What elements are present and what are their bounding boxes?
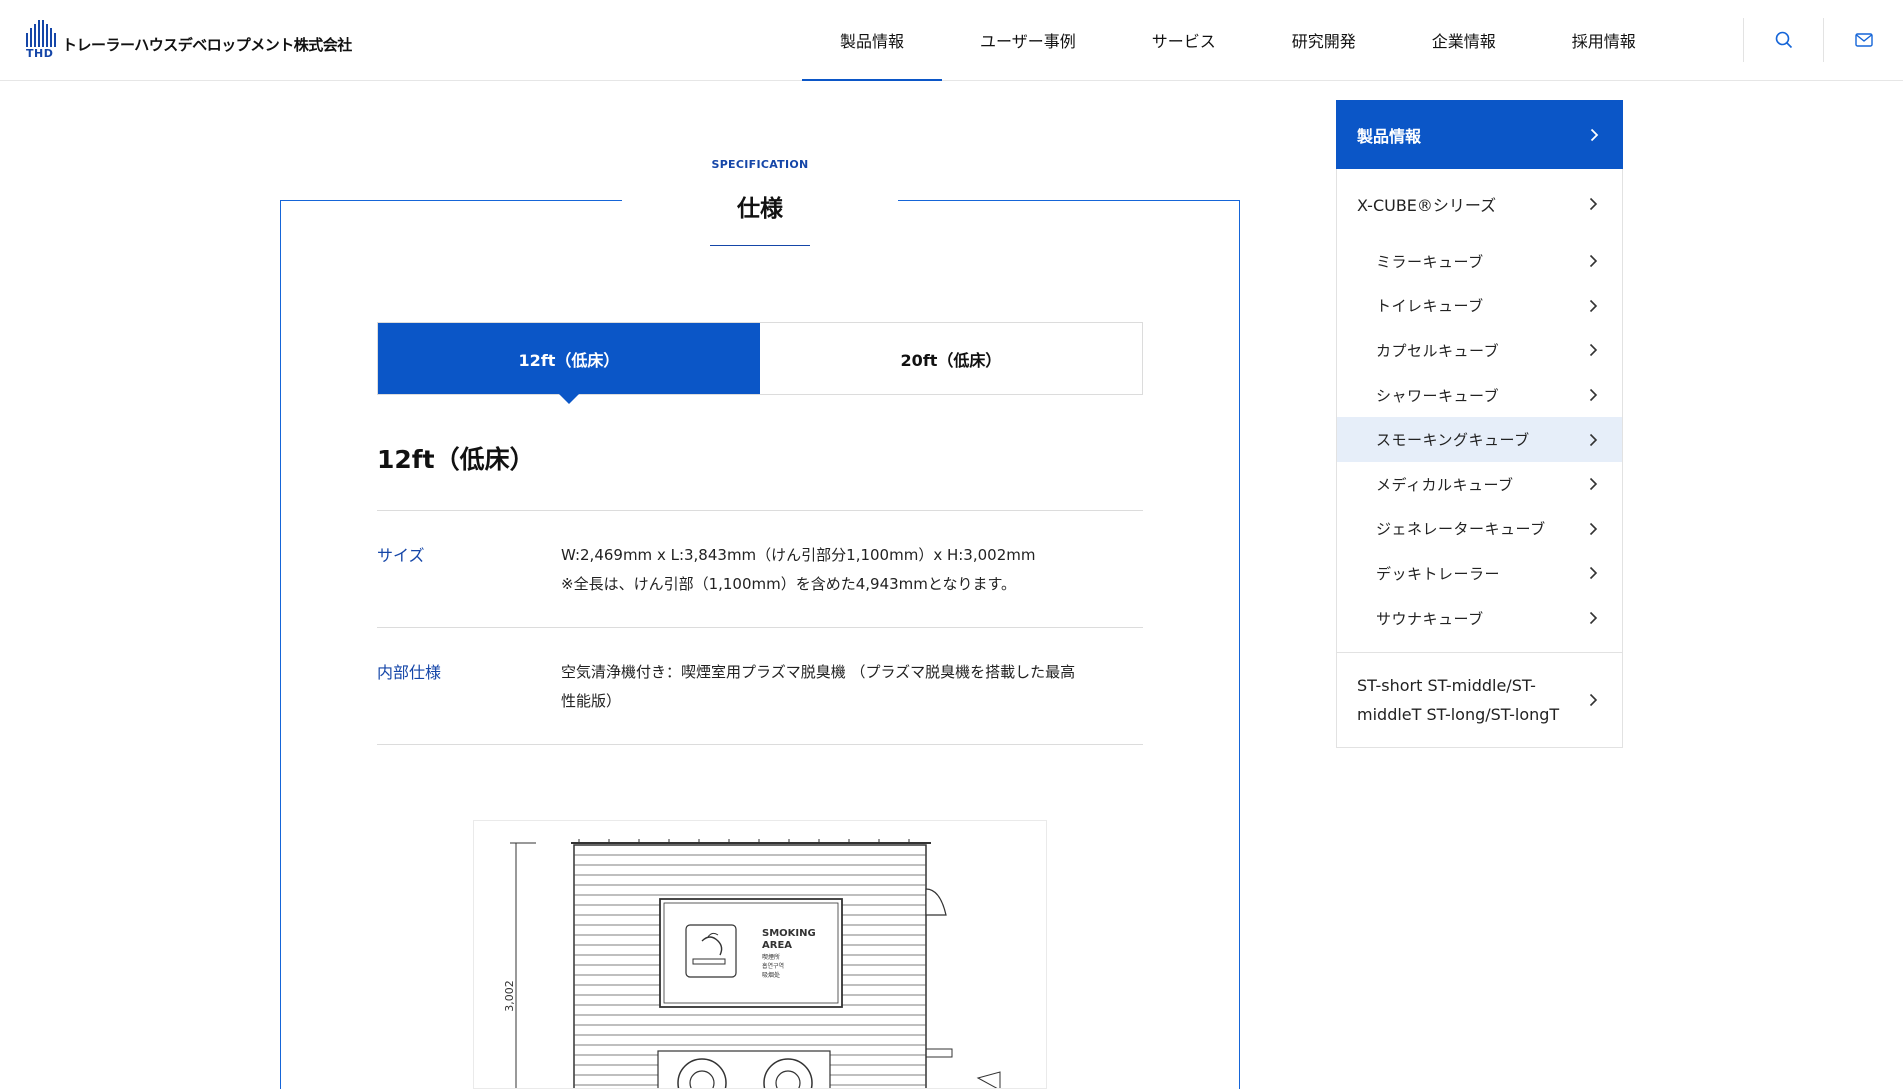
sign-note: 吸烟处 [762, 971, 780, 979]
trailer-drawing: 3,002 SMOKING AREA 喫煙所 흡연구역 吸烟处 [473, 820, 1047, 1089]
chevron-right-icon [1589, 197, 1598, 211]
sidebar-item-label: カプセルキューブ [1376, 341, 1500, 360]
sidebar-item-generator-cube[interactable]: ジェネレーターキューブ [1337, 507, 1622, 552]
sidebar-item-label: シャワーキューブ [1376, 386, 1500, 405]
chevron-right-icon [1589, 567, 1598, 580]
sidebar-item-label-line: ST-short ST-middle/ST- [1357, 676, 1536, 696]
spec-frame-border [280, 200, 622, 201]
sidebar-item-toilet-cube[interactable]: トイレキューブ [1337, 284, 1622, 329]
sign-title: SMOKING [762, 928, 816, 939]
chevron-right-icon [1589, 694, 1598, 707]
logo-mark-text: THD [26, 47, 54, 60]
spec-frame-border [898, 200, 1240, 201]
sidebar-item-st-series[interactable]: ST-short ST-middle/ST- middleT ST-long/S… [1337, 653, 1622, 747]
sidebar-item-label: スモーキングキューブ [1376, 431, 1530, 450]
tab-12ft[interactable]: 12ft（低床） [378, 323, 760, 404]
sidebar-item-xcube-series[interactable]: X-CUBE®シリーズ [1337, 169, 1622, 239]
nav-item-user-cases[interactable]: ユーザー事例 [942, 0, 1114, 80]
sign-subtitle: AREA [762, 940, 792, 951]
contact-button[interactable] [1823, 18, 1903, 62]
section-title: 仕様 [737, 196, 783, 222]
title-underline [710, 245, 810, 246]
nav-item-services[interactable]: サービス [1114, 0, 1254, 80]
sidebar-item-label-line: middleT ST-long/ST-longT [1357, 705, 1560, 725]
sidebar-item-label: サウナキューブ [1376, 609, 1484, 628]
spec-value-size: W:2,469mm x L:3,843mm（けん引部分1,100mm）x H:3… [561, 541, 1143, 599]
sidebar-item-label: デッキトレーラー [1376, 564, 1501, 583]
spec-frame-border [280, 200, 281, 1089]
section-eyebrow: SPECIFICATION [711, 158, 809, 171]
sign-note: 흡연구역 [762, 962, 784, 970]
chevron-right-icon [1589, 299, 1598, 312]
search-button[interactable] [1743, 18, 1823, 62]
chevron-right-icon [1589, 433, 1598, 446]
sidebar-item-smoking-cube[interactable]: スモーキングキューブ [1337, 417, 1622, 462]
spec-value-line: W:2,469mm x L:3,843mm（けん引部分1,100mm）x H:3… [561, 546, 1036, 564]
chevron-right-icon [1589, 478, 1598, 491]
header-icon-group [1743, 18, 1903, 62]
chevron-right-icon [1589, 611, 1598, 625]
sidebar-item-label: ジェネレーターキューブ [1376, 520, 1546, 539]
sidebar-item-label: X-CUBE®シリーズ [1357, 196, 1497, 215]
sidebar-body: X-CUBE®シリーズ ミラーキューブ トイレキューブ カプセルキューブ シャワ… [1336, 169, 1623, 749]
sidebar-item-label: ST-short ST-middle/ST- middleT ST-long/S… [1357, 671, 1559, 729]
sidebar-head-products[interactable]: 製品情報 [1336, 100, 1623, 169]
sign-note: 喫煙所 [762, 953, 780, 961]
site-header: THD トレーラーハウスデベロップメント株式会社 製品情報 ユーザー事例 サービ… [0, 0, 1903, 81]
chevron-right-icon [1589, 344, 1598, 357]
sidebar-item-shower-cube[interactable]: シャワーキューブ [1337, 373, 1622, 418]
chevron-right-icon [1589, 255, 1598, 268]
main-nav: 製品情報 ユーザー事例 サービス 研究開発 企業情報 採用情報 [802, 0, 1674, 81]
trailer-elevation-drawing: 3,002 SMOKING AREA 喫煙所 흡연구역 吸烟处 [503, 839, 1001, 1088]
dimension-label: 3,002 [503, 980, 516, 1012]
product-sidebar: 製品情報 X-CUBE®シリーズ ミラーキューブ トイレキューブ カプセルキュー… [1336, 100, 1623, 749]
sidebar-item-capsule-cube[interactable]: カプセルキューブ [1337, 328, 1622, 373]
sidebar-item-label: メディカルキューブ [1376, 475, 1514, 494]
spec-value-line: 空気清浄機付き：喫煙室用プラズマ脱臭機 （プラズマ脱臭機を搭載した最高 [561, 663, 1076, 681]
chevron-right-icon [1590, 128, 1599, 141]
company-logo[interactable]: THD トレーラーハウスデベロップメント株式会社 [26, 20, 352, 60]
sidebar-item-mirror-cube[interactable]: ミラーキューブ [1337, 239, 1622, 284]
chevron-right-icon [1589, 389, 1598, 402]
spec-tabs: 12ft（低床） 20ft（低床） [377, 322, 1143, 404]
table-row: サイズ W:2,469mm x L:3,843mm（けん引部分1,100mm）x… [377, 511, 1143, 628]
search-icon [1775, 31, 1792, 49]
spec-table: サイズ W:2,469mm x L:3,843mm（けん引部分1,100mm）x… [377, 510, 1143, 745]
sidebar-item-sauna-cube[interactable]: サウナキューブ [1337, 596, 1622, 641]
chevron-right-icon [1589, 522, 1598, 535]
company-name: トレーラーハウスデベロップメント株式会社 [62, 35, 352, 54]
sidebar-item-label: ミラーキューブ [1376, 252, 1484, 271]
spec-value-line: ※全長は、けん引部（1,100mm）を含めた4,943mmとなります。 [561, 575, 1016, 593]
tab-20ft[interactable]: 20ft（低床） [760, 323, 1142, 394]
sidebar-item-deck-trailer[interactable]: デッキトレーラー [1337, 551, 1622, 596]
sidebar-head-label: 製品情報 [1357, 126, 1422, 146]
nav-item-recruit[interactable]: 採用情報 [1534, 0, 1674, 80]
spec-value-line: 性能版） [561, 692, 622, 710]
nav-item-research[interactable]: 研究開発 [1254, 0, 1394, 80]
mail-icon [1854, 33, 1873, 47]
sidebar-item-label: トイレキューブ [1376, 297, 1484, 316]
spec-frame-border [1239, 200, 1240, 1089]
spec-label-size: サイズ [377, 546, 425, 565]
nav-item-products[interactable]: 製品情報 [802, 0, 943, 81]
nav-item-company[interactable]: 企業情報 [1394, 0, 1534, 80]
spec-heading: 12ft（低床） [377, 445, 535, 474]
spec-label-interior: 内部仕様 [377, 663, 442, 682]
sidebar-item-medical-cube[interactable]: メディカルキューブ [1337, 462, 1622, 507]
spec-value-interior: 空気清浄機付き：喫煙室用プラズマ脱臭機 （プラズマ脱臭機を搭載した最高 性能版） [561, 658, 1143, 716]
table-row: 内部仕様 空気清浄機付き：喫煙室用プラズマ脱臭機 （プラズマ脱臭機を搭載した最高… [377, 628, 1143, 745]
logo-mark: THD [26, 20, 56, 60]
